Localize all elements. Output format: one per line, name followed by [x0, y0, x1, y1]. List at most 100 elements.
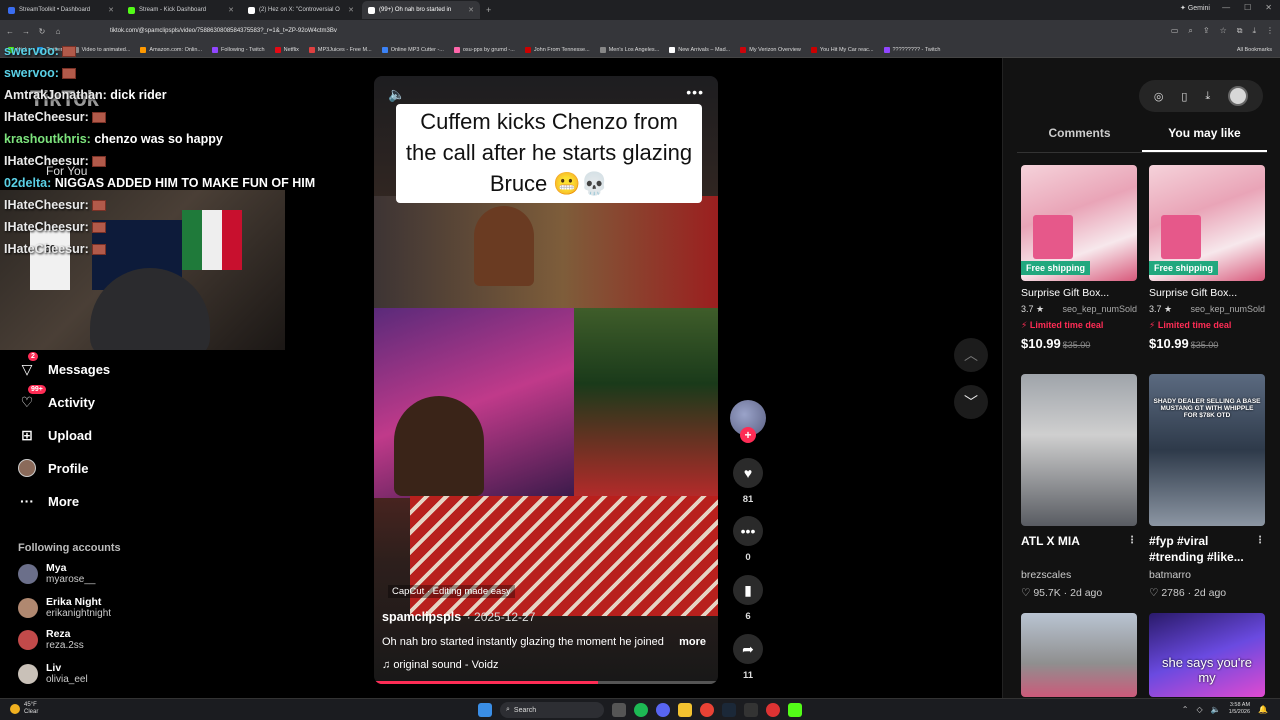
video-thumbnail[interactable] [1021, 374, 1137, 526]
kebab-icon[interactable]: ⋮ [1127, 533, 1137, 549]
sidebar-item-more[interactable]: ··· More [18, 492, 79, 510]
video-author[interactable]: brezscales [1021, 569, 1137, 581]
tray-chevron-icon[interactable]: ⌃ [1182, 705, 1189, 714]
bookmark-item[interactable]: You Hit My Car reac... [810, 46, 874, 53]
gemini-button[interactable]: ✦ Gemini [1180, 4, 1210, 12]
steam-icon[interactable] [722, 703, 736, 717]
video-thumbnail[interactable]: SHADY DEALER SELLING A BASE MUSTANG GT W… [1149, 374, 1265, 526]
bookmark-item[interactable]: Online MP3 Cutter -... [381, 46, 444, 53]
clock[interactable]: 3:58 AM 1/5/2026 [1229, 702, 1250, 716]
download-video-icon[interactable]: ⤓ [1205, 90, 1210, 103]
video-player[interactable]: 🔈 ••• Cuffem kicks Chenzo from the call … [374, 76, 718, 684]
author-name[interactable]: spamclipspls [382, 610, 461, 624]
minimize-icon[interactable]: — [1222, 3, 1230, 12]
like-action[interactable]: ♥ 81 [732, 458, 764, 505]
video-card[interactable]: ATL X MIA ⋮ brezscales ♡ 95.7K · 2d ago [1021, 374, 1137, 599]
video-card[interactable]: she says you're my [1149, 613, 1265, 697]
video-thumbnail[interactable] [1021, 613, 1137, 697]
tab-comments[interactable]: Comments [1017, 122, 1142, 152]
product-card[interactable]: Free shipping Surprise Gift Box... 3.7 ★ se… [1021, 165, 1137, 351]
browser-tab[interactable]: StreamToolkit • Dashboard ✕ [2, 1, 120, 19]
zoom-icon[interactable]: ⌕ [1188, 26, 1192, 36]
tab-close-icon[interactable]: ✕ [348, 6, 354, 14]
user-avatar[interactable] [1228, 86, 1249, 106]
sidebar-item-messages[interactable]: ▽ 2 Messages [18, 352, 110, 378]
star-icon[interactable]: ☆ [1220, 26, 1227, 36]
tab-you-may-like[interactable]: You may like [1142, 122, 1267, 152]
browser-tab[interactable]: Stream - Kick Dashboard ✕ [122, 1, 240, 19]
network-icon[interactable]: ◇ [1196, 705, 1202, 714]
volume-tray-icon[interactable]: 🔈 [1211, 705, 1221, 714]
taskbar-search[interactable]: ⌕ Search [500, 702, 604, 718]
tab-close-icon[interactable]: ✕ [228, 6, 234, 14]
bookmark-item[interactable]: New Arrivals – Mad... [669, 46, 730, 53]
url-field[interactable]: tiktok.com/@spamclipspls/video/758863080… [110, 28, 337, 34]
video-author[interactable]: spamclipspls · 2025-12-27 [382, 610, 535, 624]
back-icon[interactable]: ← [6, 27, 14, 36]
video-card[interactable] [1021, 613, 1137, 697]
comment-icon[interactable]: ••• [733, 516, 763, 546]
extensions-icon[interactable]: ⧉ [1237, 26, 1243, 36]
product-thumbnail[interactable]: Free shipping [1149, 165, 1265, 281]
video-card[interactable]: SHADY DEALER SELLING A BASE MUSTANG GT W… [1149, 374, 1265, 599]
more-options-icon[interactable]: ••• [686, 84, 704, 100]
browser-tab[interactable]: (99+) Oh nah bro started in ✕ [362, 1, 480, 19]
bookmark-action[interactable]: ▮ 6 [732, 575, 764, 622]
all-bookmarks-button[interactable]: All Bookmarks [1237, 47, 1272, 53]
video-title[interactable]: #fyp #viral #trending #like... ⋮ [1149, 533, 1265, 567]
phone-icon[interactable]: ▯ [1181, 90, 1187, 103]
next-video-button[interactable]: ﹀ [954, 385, 988, 419]
chrome-icon[interactable] [700, 703, 714, 717]
share-icon[interactable]: ⇪ [1203, 26, 1210, 36]
bookmark-item[interactable]: Men's Los Angeles... [599, 46, 659, 53]
bookmark-item[interactable]: ????????? - Twitch [883, 46, 940, 53]
product-title[interactable]: Surprise Gift Box... [1021, 287, 1137, 299]
volume-icon[interactable]: 🔈 [388, 86, 405, 103]
task-view-icon[interactable] [612, 703, 626, 717]
video-author[interactable]: batmarro [1149, 569, 1265, 581]
download-icon[interactable]: ⤓ [1252, 26, 1256, 36]
more-button[interactable]: more [679, 636, 706, 648]
start-icon[interactable] [478, 703, 492, 717]
bookmark-item[interactable]: My Verizon Overview [740, 46, 801, 53]
home-icon[interactable]: ⌂ [54, 27, 62, 36]
discord-icon[interactable] [656, 703, 670, 717]
weather-widget[interactable]: 45°F Clear [10, 702, 38, 716]
capcut-label[interactable]: CapCut · Editing made easy [388, 585, 515, 598]
cast-icon[interactable]: ▭ [1171, 26, 1179, 36]
sound-link[interactable]: ♫ original sound - Voidz [382, 659, 499, 671]
sound-name[interactable]: original sound - Voidz [393, 659, 498, 671]
following-account[interactable]: Erika Night erikanightnight [18, 596, 111, 620]
maximize-icon[interactable]: ☐ [1244, 3, 1251, 12]
tab-close-icon[interactable]: ✕ [108, 6, 114, 14]
browser-tab[interactable]: (2) Hez on X: "Controversial O ✕ [242, 1, 360, 19]
sidebar-item-activity[interactable]: ♡ 99+ Activity [18, 385, 95, 411]
product-title[interactable]: Surprise Gift Box... [1149, 287, 1265, 299]
menu-icon[interactable]: ⋮ [1266, 26, 1274, 36]
video-thumbnail[interactable]: she says you're my [1149, 613, 1265, 697]
product-card[interactable]: Free shipping Surprise Gift Box... 3.7 ★ se… [1149, 165, 1265, 351]
kebab-icon[interactable]: ⋮ [1255, 533, 1265, 549]
sidebar-item-upload[interactable]: ⊞ Upload [18, 426, 92, 444]
video-title[interactable]: ATL X MIA ⋮ [1021, 533, 1137, 567]
spotify-icon[interactable] [634, 703, 648, 717]
following-account[interactable]: Liv olivia_eel [18, 662, 88, 686]
following-account[interactable]: Reza reza.2ss [18, 628, 84, 652]
heart-icon[interactable]: ♥ [733, 458, 763, 488]
notifications-icon[interactable]: 🔔 [1258, 705, 1268, 714]
following-account[interactable]: Mya myarose__ [18, 562, 95, 586]
close-icon[interactable]: ✕ [1265, 3, 1272, 12]
compass-icon[interactable]: ◎ [1154, 90, 1164, 103]
kick-icon[interactable] [788, 703, 802, 717]
forward-icon[interactable]: → [22, 27, 30, 36]
follow-button[interactable]: + [740, 427, 756, 443]
file-explorer-icon[interactable] [678, 703, 692, 717]
bookmark-icon[interactable]: ▮ [733, 575, 763, 605]
share-arrow-icon[interactable]: ➦ [733, 634, 763, 664]
bookmark-item[interactable]: osu-pps by grumd -... [453, 46, 515, 53]
share-action[interactable]: ➦ 11 [732, 634, 764, 681]
bookmark-item[interactable]: John From Tennesse... [524, 46, 590, 53]
tab-close-icon[interactable]: ✕ [468, 6, 474, 14]
product-thumbnail[interactable]: Free shipping [1021, 165, 1137, 281]
comment-action[interactable]: ••• 0 [732, 516, 764, 563]
